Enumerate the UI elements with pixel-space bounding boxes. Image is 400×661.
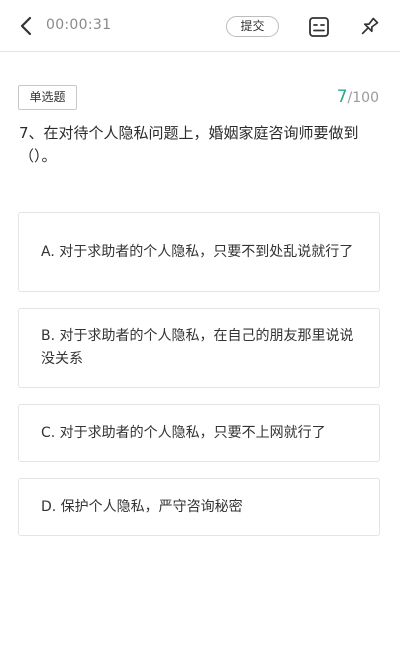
question-type-badge: 单选题 [18, 85, 77, 110]
option-d[interactable]: D. 保护个人隐私，严守咨询秘密 [18, 478, 380, 536]
submit-button[interactable]: 提交 [226, 16, 279, 37]
option-c[interactable]: C. 对于求助者的个人隐私，只要不上网就行了 [18, 404, 380, 462]
top-bar: 00:00:31 提交 [0, 0, 400, 52]
back-arrow-icon [20, 16, 32, 36]
option-b[interactable]: B. 对于求助者的个人隐私，在自己的朋友那里说说没关系 [18, 308, 380, 388]
pin-icon [361, 17, 379, 35]
back-button[interactable] [14, 14, 38, 38]
option-c-text: C. 对于求助者的个人隐私，只要不上网就行了 [41, 424, 326, 441]
current-question-number: 7 [336, 87, 348, 107]
answer-sheet-icon [309, 17, 329, 37]
elapsed-timer: 00:00:31 [46, 17, 112, 33]
option-a-text: A. 对于求助者的个人隐私，只要不到处乱说就行了 [41, 243, 354, 260]
pin-button[interactable] [356, 14, 382, 40]
option-d-text: D. 保护个人隐私，严守咨询秘密 [41, 498, 243, 515]
question-text: 7、在对待个人隐私问题上，婚姻家庭咨询师要做到（）。 [19, 124, 359, 165]
question-progress: 7/100 [337, 87, 379, 107]
option-b-text: B. 对于求助者的个人隐私，在自己的朋友那里说说没关系 [41, 328, 354, 367]
option-a[interactable]: A. 对于求助者的个人隐私，只要不到处乱说就行了 [18, 212, 380, 292]
total-questions: /100 [347, 90, 379, 106]
answer-sheet-button[interactable] [306, 14, 332, 40]
